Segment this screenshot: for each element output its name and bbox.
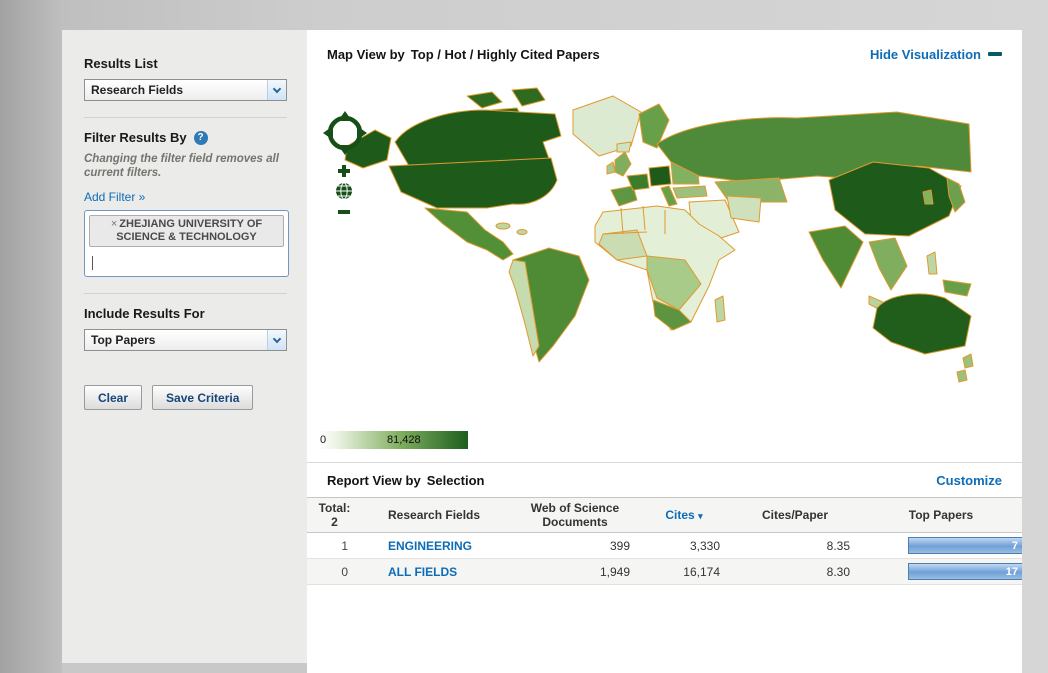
include-results-selected-value: Top Papers: [85, 330, 267, 350]
main-content: Map View by Top / Hot / Highly Cited Pap…: [307, 30, 1022, 673]
cites-per-paper-header: Cites/Paper: [730, 508, 860, 522]
row-rank: 0: [307, 565, 362, 579]
add-filter-link[interactable]: Add Filter »: [84, 190, 145, 204]
row-cites: 16,174: [638, 565, 730, 579]
hide-visualization-link[interactable]: Hide Visualization: [870, 47, 1002, 62]
top-papers-bar: 17: [908, 563, 1022, 580]
pan-right-arrow-icon: [357, 126, 367, 140]
sidebar-divider: [84, 117, 287, 118]
globe-icon: [336, 183, 352, 199]
map-area: 0 81,428: [307, 78, 1022, 462]
report-view-title-value: Selection: [427, 473, 485, 488]
table-row: 1 ENGINEERING 399 3,330 8.35 7: [307, 533, 1022, 559]
pan-left-arrow-icon: [323, 126, 333, 140]
field-link-engineering[interactable]: ENGINEERING: [388, 539, 472, 553]
map-view-title-prefix: Map View by: [327, 47, 405, 62]
filter-heading-row: Filter Results By ?: [84, 130, 287, 145]
pan-up-arrow-icon: [338, 111, 352, 121]
research-fields-header: Research Fields: [362, 508, 512, 522]
sort-descending-icon: ▾: [698, 511, 703, 521]
hide-visualization-label: Hide Visualization: [870, 47, 981, 62]
map-color-legend: 0 81,428: [318, 431, 468, 449]
filter-input-box[interactable]: ×ZHEJIANG UNIVERSITY OF SCIENCE & TECHNO…: [84, 210, 289, 277]
sidebar: Results List Research Fields Filter Resu…: [62, 30, 307, 663]
include-results-label: Include Results For: [84, 306, 287, 321]
pan-down-arrow-icon: [338, 145, 352, 155]
results-list-selected-value: Research Fields: [85, 80, 267, 100]
map-view-title: Map View by Top / Hot / Highly Cited Pap…: [327, 47, 600, 62]
top-papers-header: Top Papers: [860, 508, 1022, 522]
chevron-down-icon: [267, 80, 286, 100]
sidebar-buttons: Clear Save Criteria: [84, 385, 287, 410]
minus-icon: [988, 52, 1002, 56]
map-pan-control[interactable]: [322, 110, 368, 156]
field-link-all-fields[interactable]: ALL FIELDS: [388, 565, 457, 579]
remove-filter-icon[interactable]: ×: [111, 218, 117, 230]
total-label: Total:: [307, 501, 362, 515]
filter-note: Changing the filter field removes all cu…: [84, 152, 284, 180]
report-view-title: Report View by Selection: [327, 473, 484, 488]
help-icon[interactable]: ?: [194, 131, 208, 145]
save-criteria-button[interactable]: Save Criteria: [152, 385, 253, 410]
top-papers-bar: 7: [908, 537, 1022, 554]
results-list-select[interactable]: Research Fields: [84, 79, 287, 101]
report-view-header: Report View by Selection Customize: [307, 462, 1022, 497]
filter-tag: ×ZHEJIANG UNIVERSITY OF SCIENCE & TECHNO…: [89, 215, 284, 247]
row-rank: 1: [307, 539, 362, 553]
legend-max-value: 81,428: [387, 434, 421, 446]
documents-header: Web of Science Documents: [512, 501, 638, 529]
row-cites-per-paper: 8.30: [730, 565, 860, 579]
map-zoom-control[interactable]: [334, 164, 354, 218]
report-view-title-prefix: Report View by: [327, 473, 421, 488]
zoom-in-icon: [338, 165, 350, 177]
text-caret: [92, 256, 93, 270]
content-panel: Results List Research Fields Filter Resu…: [62, 30, 1022, 673]
row-documents: 1,949: [512, 565, 638, 579]
total-header: Total: 2: [307, 501, 362, 529]
filter-tag-label: ZHEJIANG UNIVERSITY OF SCIENCE & TECHNOL…: [116, 218, 262, 243]
cites-header-label: Cites: [665, 508, 694, 522]
row-documents: 399: [512, 539, 638, 553]
customize-link[interactable]: Customize: [936, 473, 1002, 488]
row-cites-per-paper: 8.35: [730, 539, 860, 553]
world-choropleth-map[interactable]: [317, 84, 977, 414]
sidebar-divider-2: [84, 293, 287, 294]
map-view-title-value: Top / Hot / Highly Cited Papers: [411, 47, 600, 62]
table-row: 0 ALL FIELDS 1,949 16,174 8.30 17: [307, 559, 1022, 585]
clear-button[interactable]: Clear: [84, 385, 142, 410]
results-list-label: Results List: [84, 56, 287, 71]
map-view-header: Map View by Top / Hot / Highly Cited Pap…: [307, 30, 1022, 78]
cites-sort-header[interactable]: Cites ▾: [638, 508, 730, 523]
total-value: 2: [307, 515, 362, 529]
results-table-header: Total: 2 Research Fields Web of Science …: [307, 497, 1022, 533]
chevron-down-icon: [267, 330, 286, 350]
include-results-select[interactable]: Top Papers: [84, 329, 287, 351]
sidebar-bottom-gap: [62, 663, 307, 673]
row-cites: 3,330: [638, 539, 730, 553]
page-background: { "sidebar": { "results_list": { "label"…: [0, 0, 1048, 673]
legend-min-value: 0: [320, 434, 326, 446]
filter-results-by-label: Filter Results By: [84, 130, 187, 145]
